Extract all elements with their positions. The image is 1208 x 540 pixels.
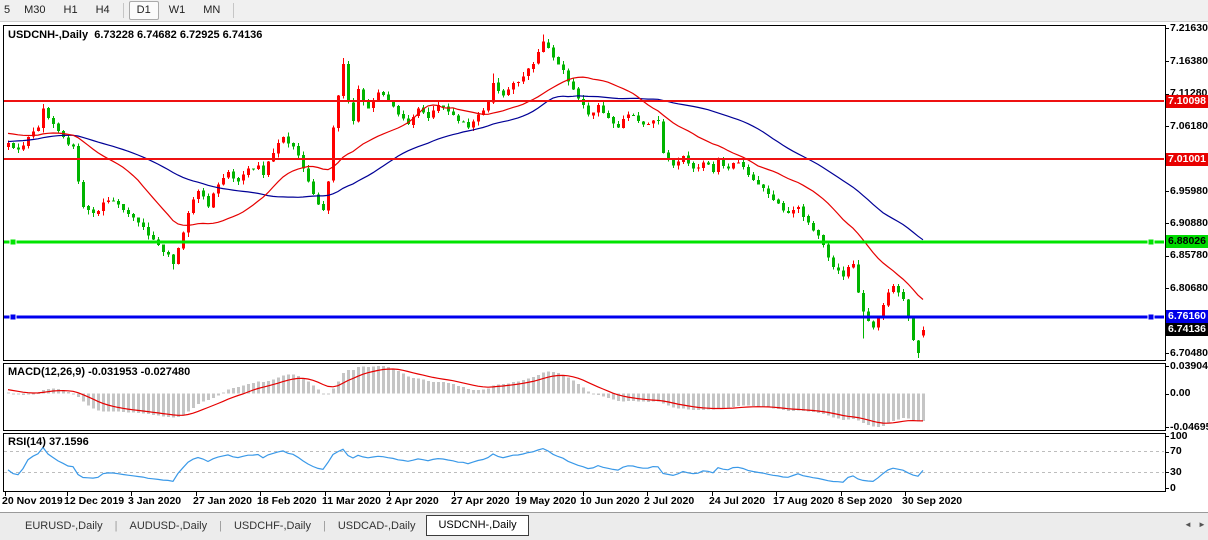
tab-separator: | — [323, 520, 326, 532]
line-handle[interactable] — [10, 239, 16, 245]
line-handle[interactable] — [1148, 239, 1154, 245]
chart-tab-bar: EURUSD-,Daily|AUDUSD-,Daily|USDCHF-,Dail… — [0, 512, 1208, 540]
tab-separator: | — [219, 520, 222, 532]
tab-scroll-left-button[interactable]: ◄ — [1184, 520, 1192, 529]
horizontal-price-line[interactable] — [4, 100, 1164, 102]
line-handle[interactable] — [1148, 314, 1154, 320]
main-price-panel — [4, 26, 1166, 361]
horizontal-price-line[interactable] — [4, 241, 1164, 244]
chart-tab-usdcnh-daily[interactable]: USDCNH-,Daily — [426, 515, 528, 536]
tab-separator: | — [115, 520, 118, 532]
tab-scroll-right-button[interactable]: ► — [1198, 520, 1206, 529]
chart-tab-eurusd-daily[interactable]: EURUSD-,Daily — [14, 517, 114, 536]
line-handle[interactable] — [10, 314, 16, 320]
chart-tab-usdchf-daily[interactable]: USDCHF-,Daily — [223, 517, 322, 536]
trading-platform-window: { "toolbar": { "timeframe_buttons": ["5"… — [0, 0, 1208, 540]
chart-tab-usdcad-daily[interactable]: USDCAD-,Daily — [327, 517, 427, 536]
horizontal-price-line[interactable] — [4, 316, 1164, 319]
chart-canvas[interactable] — [0, 0, 1208, 540]
rsi-panel — [4, 434, 1166, 492]
chart-tab-audusd-daily[interactable]: AUDUSD-,Daily — [118, 517, 218, 536]
horizontal-price-line[interactable] — [4, 158, 1164, 160]
